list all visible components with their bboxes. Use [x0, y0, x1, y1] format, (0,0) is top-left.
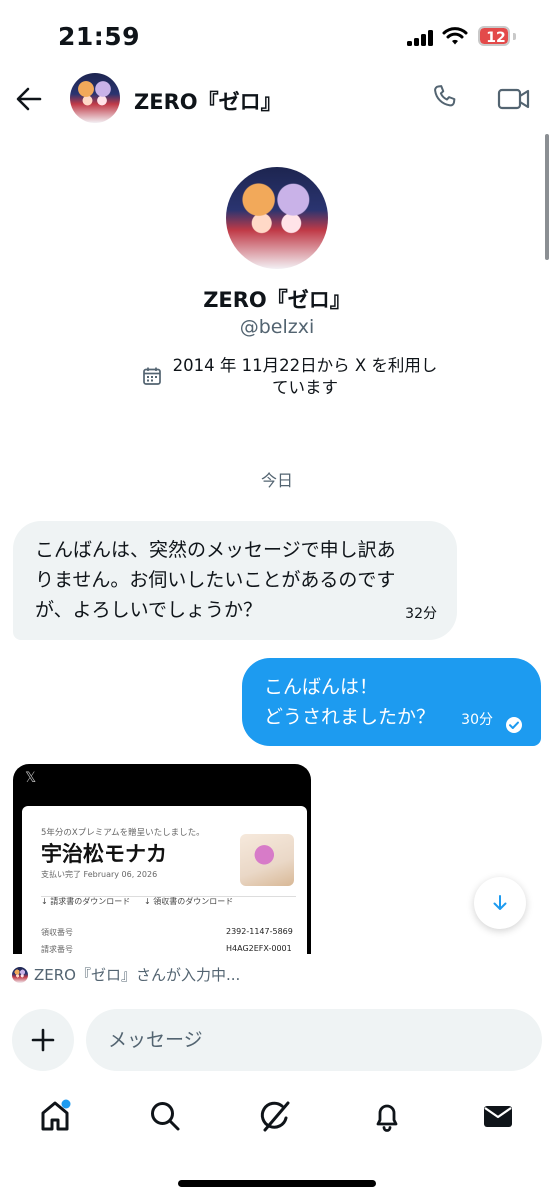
nav-messages[interactable] [476, 1094, 520, 1138]
home-icon [41, 1099, 71, 1131]
sent-message[interactable]: こんばんは！ どうされましたか？ 30分 [242, 658, 541, 746]
profile-name: ZERO『ゼロ』 [203, 288, 351, 312]
back-arrow-icon [16, 87, 42, 111]
plus-icon [31, 1028, 55, 1052]
receipt-row-value: H4AG2EFX-0001 [226, 944, 292, 953]
home-indicator [178, 1180, 376, 1187]
x-logo: 𝕏 [25, 770, 37, 786]
signal-icon [407, 30, 433, 46]
profile-avatar[interactable] [226, 167, 328, 269]
image-message[interactable]: 𝕏 5年分のXプレミアムを贈呈いたしました。 宇治松モナカ 支払い完了 Febr… [13, 764, 311, 954]
call-button[interactable] [430, 83, 460, 117]
nav-explore[interactable] [143, 1094, 187, 1138]
receipt-card: 5年分のXプレミアムを贈呈いたしました。 宇治松モナカ 支払い完了 Februa… [22, 806, 307, 954]
read-check-icon [506, 717, 522, 733]
bell-icon [376, 1104, 398, 1132]
joined-date: 2014 年 11月22日から X を利用し ています [172, 356, 438, 397]
grok-icon [260, 1101, 290, 1132]
video-icon [497, 88, 530, 110]
receipt-thumbnail [240, 834, 294, 886]
message-line: りません。お伺いしたいことがあるのです [35, 569, 396, 591]
add-media-button[interactable] [12, 1009, 74, 1071]
typing-indicator: ZERO『ゼロ』さんが入力中... [34, 966, 241, 984]
mail-icon [484, 1106, 512, 1127]
typing-avatar [12, 967, 28, 983]
receipt-download-receipt: ↓ 領収書のダウンロード [144, 897, 234, 906]
search-icon [151, 1102, 180, 1131]
message-line: こんばんは！ [264, 676, 379, 698]
scroll-to-bottom-button[interactable] [474, 877, 526, 929]
receipt-row-label: 領収番号 [41, 928, 73, 937]
profile-handle: @belzxi [239, 316, 315, 338]
back-button[interactable] [12, 82, 46, 116]
video-call-button[interactable] [497, 84, 531, 118]
phone-icon [434, 85, 456, 107]
battery-level: 12 [486, 30, 506, 46]
message-time: 30分 [461, 712, 493, 728]
receipt-heading: 5年分のXプレミアムを贈呈いたしました。 [41, 828, 205, 838]
day-separator: 今日 [260, 471, 293, 490]
nav-home[interactable] [33, 1094, 77, 1138]
receipt-row-label: 請求番号 [41, 945, 73, 954]
scrollbar[interactable] [545, 134, 549, 260]
receipt-title: 宇治松モナカ [41, 842, 167, 866]
receipt-download-invoice: ↓ 請求書のダウンロード [41, 897, 131, 906]
header-avatar[interactable] [70, 73, 120, 123]
message-time: 32分 [405, 606, 437, 622]
received-message[interactable]: こんばんは、突然のメッセージで申し訳あ りません。お伺いしたいことがあるのです … [13, 521, 457, 640]
header-name[interactable]: ZERO『ゼロ』 [134, 86, 282, 116]
calendar-icon [142, 366, 162, 390]
receipt-paid: 支払い完了 February 06, 2026 [41, 870, 158, 879]
message-line: こんばんは、突然のメッセージで申し訳あ [35, 539, 396, 561]
receipt-row-value: 2392-1147-5869 [226, 927, 293, 936]
nav-notifications[interactable] [365, 1094, 409, 1138]
message-line: が、よろしいでしょうか？ [35, 599, 263, 621]
nav-grok[interactable] [254, 1094, 298, 1138]
message-input[interactable] [86, 1009, 542, 1071]
wifi-icon [442, 26, 468, 50]
status-time: 21:59 [58, 22, 141, 51]
battery-indicator: 12 [478, 26, 516, 46]
arrow-down-icon [493, 895, 507, 910]
